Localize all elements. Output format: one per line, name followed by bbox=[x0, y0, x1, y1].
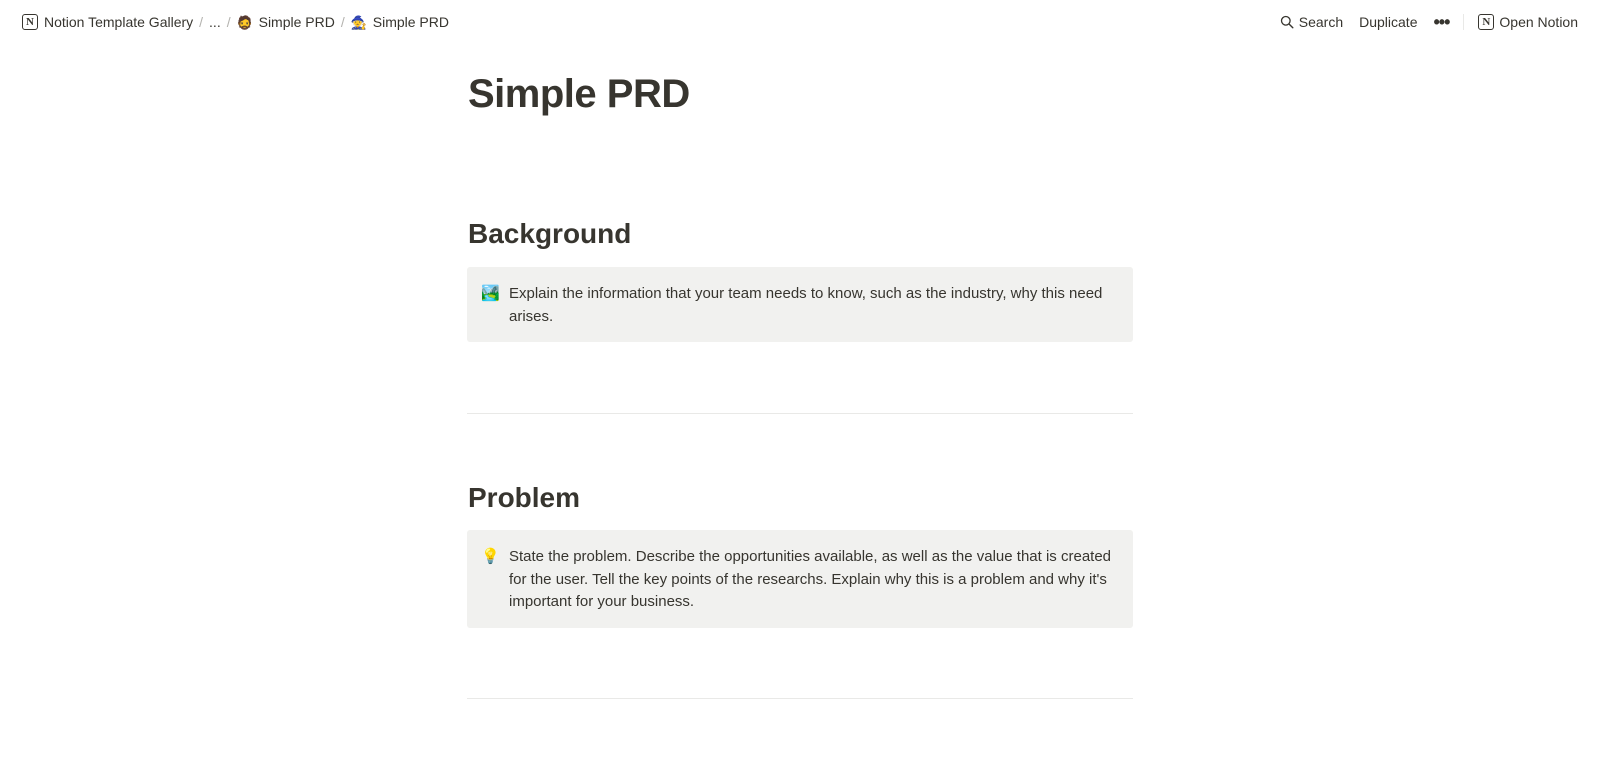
search-button[interactable]: Search bbox=[1272, 10, 1351, 34]
top-bar: N Notion Template Gallery / ... / 🧔 Simp… bbox=[0, 0, 1600, 44]
breadcrumb-item-simple-prd-current[interactable]: 🧙 Simple PRD bbox=[347, 12, 453, 32]
topbar-actions: Search Duplicate ••• N Open Notion bbox=[1272, 9, 1586, 35]
breadcrumb-label: Notion Template Gallery bbox=[44, 14, 194, 30]
callout-text: Explain the information that your team n… bbox=[509, 285, 1103, 325]
breadcrumb-item-template-gallery[interactable]: N Notion Template Gallery bbox=[18, 12, 197, 32]
breadcrumb-label: Simple PRD bbox=[372, 14, 449, 30]
more-horizontal-icon: ••• bbox=[1433, 12, 1450, 32]
callout-problem[interactable]: 💡 State the problem. Describe the opport… bbox=[467, 530, 1133, 628]
duplicate-button[interactable]: Duplicate bbox=[1351, 10, 1425, 34]
breadcrumb-item-ellipsis[interactable]: ... bbox=[205, 12, 225, 32]
breadcrumb-label: Simple PRD bbox=[258, 14, 335, 30]
section-heading-problem[interactable]: Problem bbox=[468, 482, 580, 514]
page-title[interactable]: Simple PRD bbox=[468, 72, 690, 117]
breadcrumb: N Notion Template Gallery / ... / 🧔 Simp… bbox=[18, 12, 453, 32]
breadcrumb-separator: / bbox=[340, 14, 345, 30]
breadcrumb-item-simple-prd-parent[interactable]: 🧔 Simple PRD bbox=[233, 12, 339, 32]
search-label: Search bbox=[1298, 14, 1344, 30]
section-heading-background[interactable]: Background bbox=[468, 218, 631, 250]
lightbulb-icon: 💡 bbox=[481, 548, 500, 565]
breadcrumb-separator: / bbox=[199, 14, 204, 30]
open-notion-label: Open Notion bbox=[1499, 14, 1578, 30]
notion-logo-icon: N bbox=[22, 14, 38, 30]
open-notion-button[interactable]: N Open Notion bbox=[1470, 10, 1586, 34]
callout-background[interactable]: 🏞️ Explain the information that your tea… bbox=[467, 267, 1133, 342]
breadcrumb-separator: / bbox=[226, 14, 231, 30]
divider bbox=[467, 413, 1133, 414]
duplicate-label: Duplicate bbox=[1359, 14, 1418, 30]
landscape-image-icon: 🏞️ bbox=[481, 285, 500, 302]
more-options-button[interactable]: ••• bbox=[1425, 9, 1457, 35]
notion-logo-icon: N bbox=[1478, 14, 1495, 30]
callout-text: State the problem. Describe the opportun… bbox=[509, 548, 1112, 610]
divider bbox=[467, 698, 1133, 699]
search-icon bbox=[1280, 15, 1294, 29]
avatar-emoji-icon: 🧔 bbox=[236, 14, 253, 30]
topbar-divider bbox=[1463, 14, 1465, 30]
page-emoji-icon: 🧙 bbox=[350, 14, 367, 30]
breadcrumb-label: ... bbox=[209, 14, 221, 30]
